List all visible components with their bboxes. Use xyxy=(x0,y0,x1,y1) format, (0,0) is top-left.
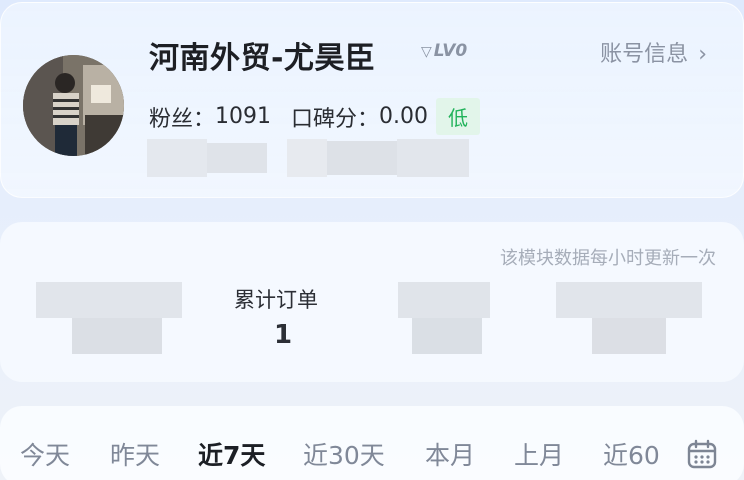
account-info-link[interactable]: 账号信息 › xyxy=(600,36,707,68)
tab-last-30-days[interactable]: 近30天 xyxy=(303,436,385,472)
tab-last-7-days[interactable]: 近7天 xyxy=(198,436,265,472)
redacted-metric-1 xyxy=(36,282,182,354)
orders-value: 1 xyxy=(274,320,293,350)
tab-this-month[interactable]: 本月 xyxy=(425,436,475,472)
tab-today[interactable]: 今天 xyxy=(20,436,70,472)
calendar-icon[interactable] xyxy=(686,438,718,470)
avatar-photo xyxy=(23,55,124,156)
tab-last-month[interactable]: 上月 xyxy=(514,436,564,472)
down-triangle-icon: ▽ xyxy=(421,44,432,60)
date-tabs: 今天 昨天 近7天 近30天 本月 上月 近60天 xyxy=(0,406,660,480)
score-label: 口碑分： xyxy=(291,106,380,132)
fans-value: 1091 xyxy=(215,104,272,129)
chevron-right-icon: › xyxy=(698,42,707,67)
fans-label: 粉丝： xyxy=(149,106,216,132)
redacted-metric-3 xyxy=(398,282,490,354)
redacted-metric-4 xyxy=(556,282,702,354)
date-tabs-bar: 今天 昨天 近7天 近30天 本月 上月 近60天 xyxy=(0,406,744,480)
update-note: 该模块数据每小时更新一次 xyxy=(500,248,716,269)
score-value: 0.00 xyxy=(379,104,429,129)
tab-last-60-days[interactable]: 近60天 xyxy=(603,436,660,472)
profile-card: 河南外贸-尤昊臣 ▽ LV0 账号信息 › 粉丝： 1091 口碑分： 0.00 低 xyxy=(0,2,744,198)
avatar[interactable] xyxy=(23,55,124,156)
redacted-info xyxy=(147,139,469,177)
account-name: 河南外贸-尤昊臣 xyxy=(149,41,376,76)
profile-stats: 粉丝： 1091 口碑分： 0.00 低 xyxy=(149,98,481,135)
metrics-card: 该模块数据每小时更新一次 累计订单 1 xyxy=(0,222,744,382)
tab-yesterday[interactable]: 昨天 xyxy=(110,436,160,472)
orders-label: 累计订单 xyxy=(234,288,318,312)
account-info-label: 账号信息 xyxy=(600,42,689,67)
level-text: LV0 xyxy=(433,41,468,61)
level-badge: ▽ LV0 xyxy=(421,41,467,61)
score-level-badge: 低 xyxy=(436,98,481,135)
